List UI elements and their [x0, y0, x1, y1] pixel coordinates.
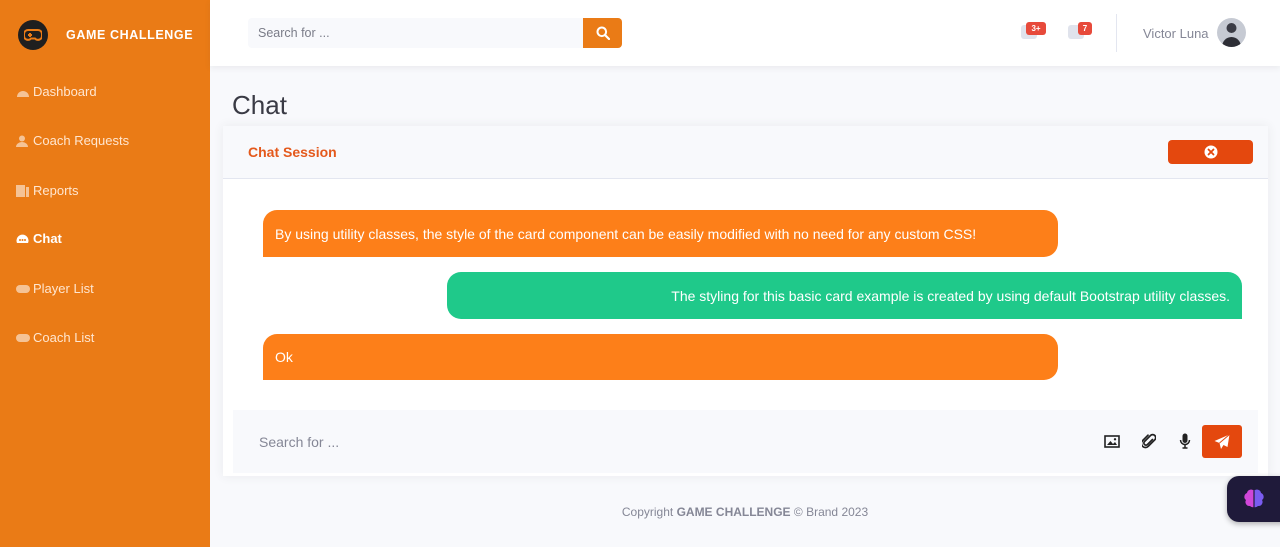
- close-chat-button[interactable]: [1168, 140, 1253, 164]
- avatar[interactable]: [1217, 18, 1246, 47]
- sidebar-item-label: Dashboard: [33, 84, 97, 99]
- sidebar: GAME CHALLENGE Dashboard Coach Requests …: [0, 0, 210, 547]
- send-button[interactable]: [1202, 425, 1242, 458]
- sidebar-item-reports[interactable]: Reports: [16, 183, 79, 198]
- alerts-badge: 3+: [1026, 22, 1046, 35]
- chat-icon: [16, 233, 30, 245]
- sidebar-item-label: Chat: [33, 231, 62, 246]
- user-name[interactable]: Victor Luna: [1143, 26, 1209, 41]
- brand[interactable]: GAME CHALLENGE: [18, 20, 193, 50]
- message-composer: [233, 410, 1258, 473]
- gamepad-icon: [16, 332, 30, 344]
- close-circle-icon: [1204, 145, 1217, 159]
- paper-plane-icon: [1214, 433, 1230, 449]
- image-icon[interactable]: [1102, 431, 1122, 451]
- microphone-icon[interactable]: [1175, 431, 1195, 451]
- message-text: By using utility classes, the style of t…: [275, 225, 977, 242]
- topbar: 3+ 7 Victor Luna: [210, 0, 1280, 66]
- chat-message-incoming: By using utility classes, the style of t…: [263, 210, 1058, 257]
- brand-name: GAME CHALLENGE: [66, 28, 194, 42]
- sidebar-item-chat[interactable]: Chat: [16, 231, 62, 246]
- reports-icon: [16, 184, 30, 197]
- page-title: Chat: [232, 90, 287, 120]
- search-button[interactable]: [583, 18, 622, 48]
- assistant-floating-button[interactable]: [1227, 476, 1280, 522]
- footer-suffix: © Brand 2023: [793, 505, 869, 519]
- search-icon: [596, 26, 610, 40]
- footer: Copyright GAME CHALLENGE © Brand 2023: [210, 505, 1280, 519]
- sidebar-item-label: Coach List: [33, 330, 95, 345]
- sidebar-item-label: Coach Requests: [33, 133, 130, 148]
- sidebar-item-label: Reports: [33, 183, 79, 198]
- sidebar-item-dashboard[interactable]: Dashboard: [16, 84, 97, 99]
- messages-button[interactable]: 7: [1068, 21, 1092, 41]
- sidebar-item-label: Player List: [33, 281, 94, 296]
- gamepad-logo-icon: [18, 20, 48, 50]
- user-icon: [16, 135, 30, 147]
- gamepad-icon: [16, 283, 30, 295]
- brain-icon: [1244, 489, 1264, 508]
- footer-prefix: Copyright: [621, 505, 674, 519]
- message-input[interactable]: [259, 430, 859, 454]
- messages-badge: 7: [1078, 22, 1092, 35]
- sidebar-item-coach-requests[interactable]: Coach Requests: [16, 133, 129, 148]
- topbar-divider: [1116, 14, 1117, 52]
- chat-card-header: Chat Session: [223, 126, 1268, 179]
- alerts-button[interactable]: 3+: [1021, 21, 1046, 41]
- message-text: The styling for this basic card example …: [671, 287, 1230, 304]
- paperclip-icon[interactable]: [1139, 431, 1159, 451]
- chat-message-incoming: Ok: [263, 334, 1058, 380]
- search-input[interactable]: [248, 18, 583, 48]
- chat-card: Chat Session By using utility classes, t…: [223, 126, 1268, 476]
- message-text: Ok: [275, 349, 293, 365]
- sidebar-item-coach-list[interactable]: Coach List: [16, 330, 94, 345]
- chat-message-outgoing: The styling for this basic card example …: [447, 272, 1242, 319]
- sidebar-item-player-list[interactable]: Player List: [16, 281, 94, 296]
- chat-session-title: Chat Session: [248, 144, 337, 160]
- dashboard-icon: [16, 86, 30, 98]
- footer-brand: GAME CHALLENGE: [676, 505, 791, 519]
